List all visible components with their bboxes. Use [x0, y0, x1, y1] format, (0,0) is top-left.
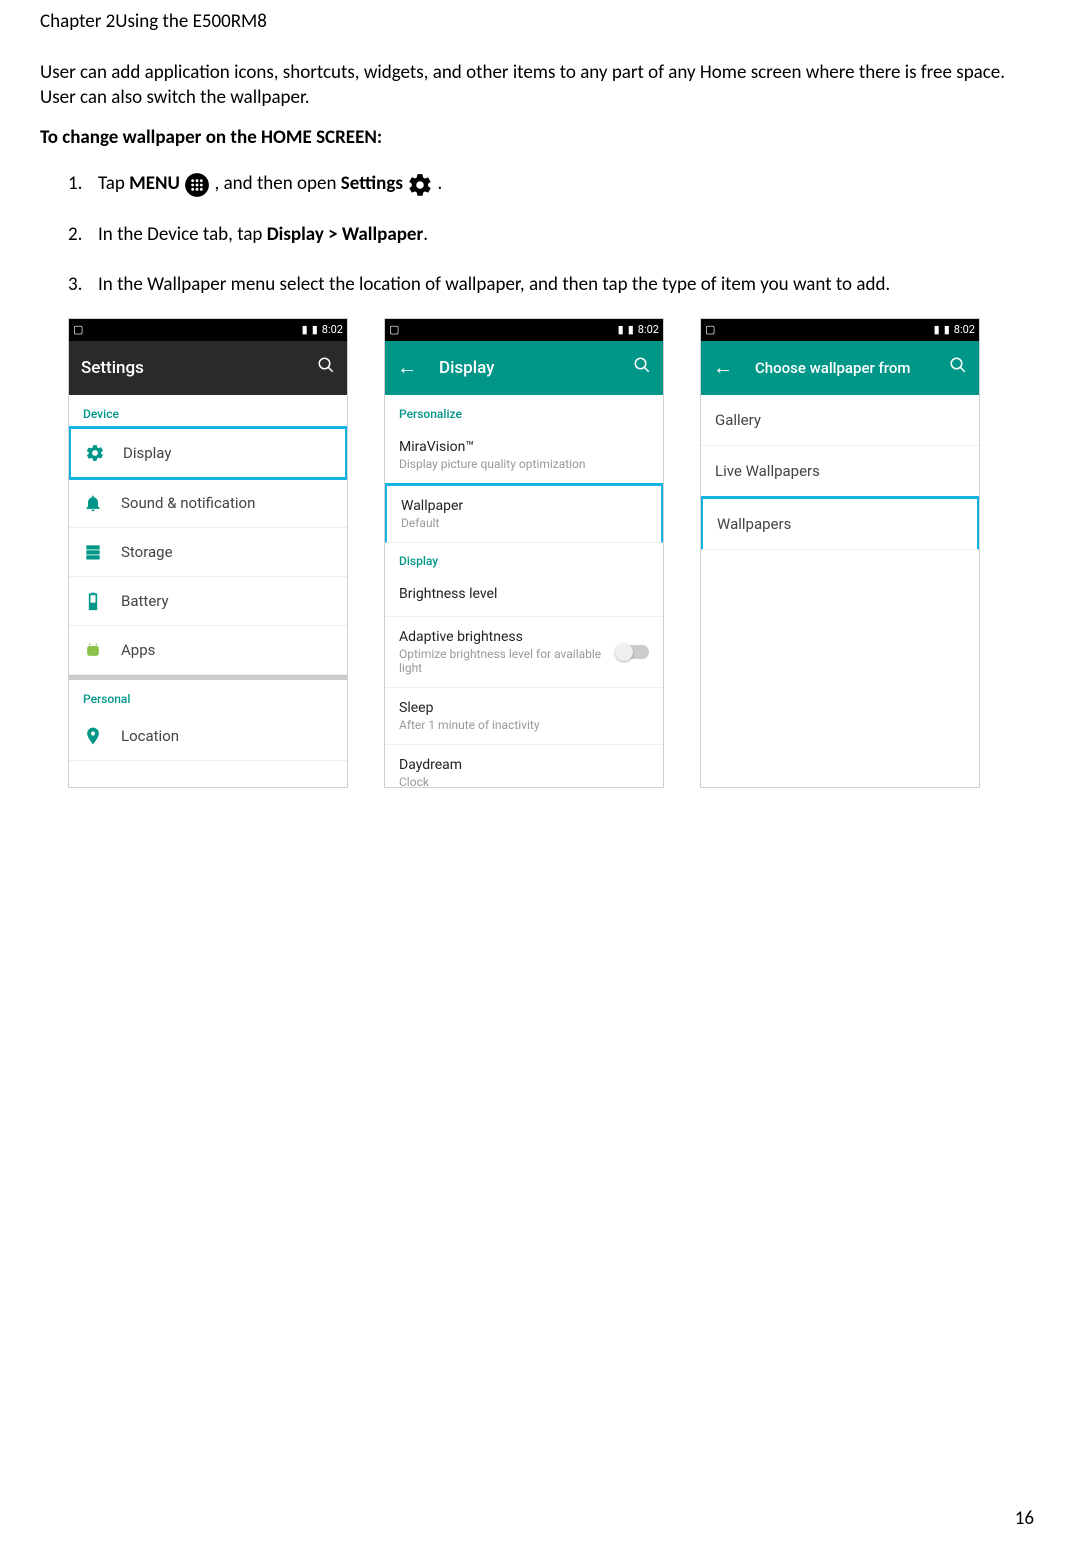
app-bar: Settings: [69, 341, 347, 395]
apps-icon: [83, 640, 103, 660]
signal-icon: ▮: [302, 323, 308, 336]
row-label: Battery: [121, 592, 169, 610]
step-3: 3. In the Wallpaper menu select the loca…: [68, 268, 1034, 302]
row-label: Display: [123, 444, 171, 462]
row-display[interactable]: Display: [69, 426, 347, 480]
search-icon[interactable]: [949, 356, 967, 379]
row-live-wallpapers[interactable]: Live Wallpapers: [701, 446, 979, 497]
row-brightness[interactable]: Brightness level: [385, 574, 663, 617]
app-bar-title: Choose wallpaper from: [755, 359, 949, 377]
settings-body: Device Display Sound & notification Stor…: [69, 395, 347, 787]
location-icon: [83, 726, 103, 746]
image-icon: ▢: [705, 323, 715, 336]
row-sound[interactable]: Sound & notification: [69, 479, 347, 528]
row-daydream[interactable]: Daydream Clock: [385, 745, 663, 787]
menu-icon: [184, 172, 210, 198]
chapter-header: Chapter 2Using the E500RM8: [40, 10, 1034, 33]
step-1: 1. Tap MENU , and then open Settings .: [68, 167, 1034, 201]
back-button[interactable]: ←: [397, 355, 417, 380]
status-time: 8:02: [638, 323, 659, 336]
battery-icon: ▮: [628, 323, 634, 336]
bell-icon: [83, 493, 103, 513]
row-gallery[interactable]: Gallery: [701, 395, 979, 446]
battery-icon: ▮: [944, 323, 950, 336]
phone-screenshot-settings: ▢ ▮ ▮ 8:02 Settings Device Display Sound &…: [68, 318, 348, 788]
app-bar: ← Display: [385, 341, 663, 395]
back-button[interactable]: ←: [713, 355, 733, 380]
status-bar: ▢ ▮ ▮ 8:02: [701, 319, 979, 341]
row-label: Location: [121, 727, 179, 745]
choose-body: Gallery Live Wallpapers Wallpapers: [701, 395, 979, 787]
subheading: To change wallpaper on the HOME SCREEN:: [40, 126, 1034, 149]
signal-icon: ▮: [618, 323, 624, 336]
section-personalize: Personalize: [385, 395, 663, 427]
row-label: Storage: [121, 543, 173, 561]
row-label: Apps: [121, 641, 155, 659]
status-time: 8:02: [954, 323, 975, 336]
row-label: Sound & notification: [121, 494, 255, 512]
display-body: Personalize MiraVision™ Display picture …: [385, 395, 663, 787]
image-icon: ▢: [73, 323, 83, 336]
row-storage[interactable]: Storage: [69, 528, 347, 577]
search-icon[interactable]: [633, 356, 651, 379]
row-wallpaper[interactable]: Wallpaper Default: [385, 483, 663, 543]
row-location[interactable]: Location: [69, 712, 347, 761]
app-bar-title: Display: [439, 358, 633, 378]
phone-screenshot-display: ▢ ▮ ▮ 8:02 ← Display Personalize MiraVisio…: [384, 318, 664, 788]
intro-paragraph: User can add application icons, shortcut…: [40, 61, 1034, 110]
screenshots-row: ▢ ▮ ▮ 8:02 Settings Device Display Sound &…: [68, 318, 1034, 788]
status-time: 8:02: [322, 323, 343, 336]
step-2: 2. In the Device tab, tap Display > Wall…: [68, 218, 1034, 252]
section-device: Device: [69, 395, 347, 427]
status-bar: ▢ ▮ ▮ 8:02: [385, 319, 663, 341]
signal-icon: ▮: [934, 323, 940, 336]
section-display: Display: [385, 542, 663, 574]
app-bar-title: Settings: [81, 358, 317, 378]
section-personal: Personal: [69, 680, 347, 712]
app-bar: ← Choose wallpaper from: [701, 341, 979, 395]
battery-icon: ▮: [312, 323, 318, 336]
toggle-adaptive[interactable]: [617, 645, 649, 659]
row-battery[interactable]: Battery: [69, 577, 347, 626]
page-number: 16: [1015, 1507, 1034, 1530]
row-adaptive[interactable]: Adaptive brightness Optimize brightness …: [385, 617, 663, 688]
row-miravision[interactable]: MiraVision™ Display picture quality opti…: [385, 427, 663, 484]
display-icon: [85, 443, 105, 463]
row-sleep[interactable]: Sleep After 1 minute of inactivity: [385, 688, 663, 745]
storage-icon: [83, 542, 103, 562]
battery-icon: [83, 591, 103, 611]
row-apps[interactable]: Apps: [69, 626, 347, 675]
image-icon: ▢: [389, 323, 399, 336]
settings-gear-icon: [407, 172, 433, 198]
status-bar: ▢ ▮ ▮ 8:02: [69, 319, 347, 341]
search-icon[interactable]: [317, 356, 335, 379]
row-wallpapers[interactable]: Wallpapers: [701, 496, 979, 550]
steps-list: 1. Tap MENU , and then open Settings . 2…: [40, 167, 1034, 302]
phone-screenshot-choose-wallpaper: ▢ ▮ ▮ 8:02 ← Choose wallpaper from Gallery…: [700, 318, 980, 788]
